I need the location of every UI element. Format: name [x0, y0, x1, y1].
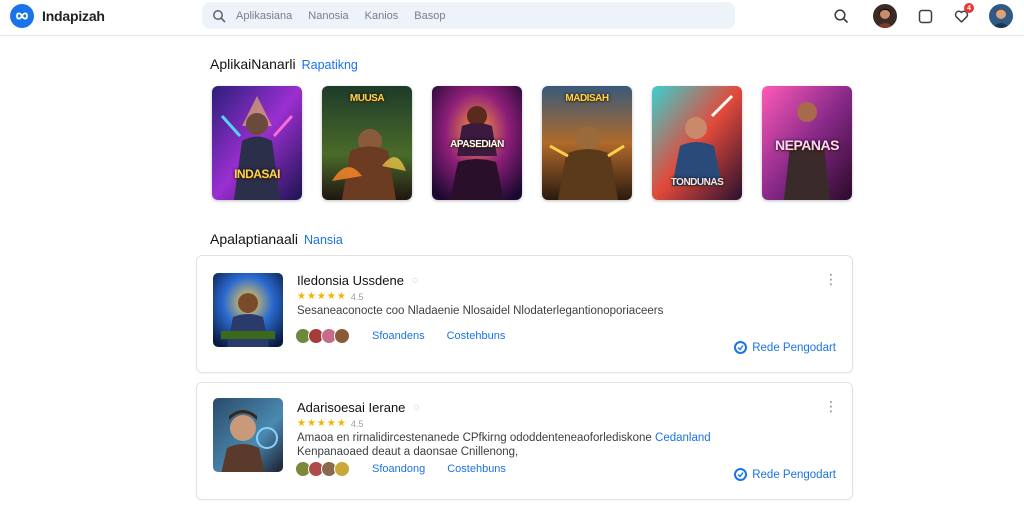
cta-button[interactable]: Rede Pengodart — [734, 341, 836, 354]
featured-section-header: AplikaiNanarli Rapatikng — [210, 56, 358, 72]
list-item-footer: Sfoandong Costehbuns — [295, 461, 506, 477]
recommended-title: Apalaptianaali — [210, 231, 298, 247]
list-item-title-row: Iledonsia Ussdene ◌ — [297, 273, 418, 288]
avatar — [334, 461, 350, 477]
featured-rail: INDASAI MUUSA APASEDIAN MADISAH TONDUNAS… — [212, 86, 852, 200]
info-icon: ◌ — [413, 402, 420, 413]
list-item-thumbnail — [213, 273, 283, 347]
avatar — [989, 4, 1013, 28]
search-tag: Nanosia — [308, 9, 349, 22]
rating: ★★★★★ 4.5 — [297, 418, 363, 429]
description-text-line2: Kenpanaoaed deaut a daonsae Cnillenong, — [297, 446, 519, 458]
list-item-footer: Sfoandens Costehbuns — [295, 328, 505, 344]
info-icon: ◌ — [411, 275, 418, 286]
game-cover-caption: TONDUNAS — [670, 177, 724, 188]
brand-name: Indapizah — [42, 8, 105, 24]
search-icon — [834, 9, 848, 23]
game-cover-caption: MADISAH — [565, 93, 609, 104]
footer-link-secondary[interactable]: Costehbuns — [447, 463, 506, 475]
top-actions: 4 — [828, 3, 1014, 29]
list-item-title: Iledonsia Ussdene — [297, 273, 404, 288]
rating: ★★★★★ 4.5 — [297, 291, 363, 302]
footer-link-primary[interactable]: Sfoandong — [372, 463, 425, 475]
cta-label: Rede Pengodart — [752, 468, 836, 481]
top-bar: Indapizah Aplikasiana Nanosia Kanios Bas… — [0, 0, 1024, 36]
game-cover-caption: MUUSA — [349, 93, 385, 104]
cta-button[interactable]: Rede Pengodart — [734, 468, 836, 481]
search-bar[interactable]: Aplikasiana Nanosia Kanios Basop — [202, 2, 735, 29]
search-tag: Basop — [414, 9, 446, 22]
rating-count: 4.5 — [350, 291, 364, 302]
featured-game-card[interactable]: TONDUNAS — [652, 86, 742, 200]
avatar — [873, 4, 897, 28]
footer-link-secondary[interactable]: Costehbuns — [447, 330, 506, 342]
featured-game-card[interactable]: MUUSA — [322, 86, 412, 200]
list-item-thumbnail — [213, 398, 283, 472]
game-cover-image — [212, 86, 302, 200]
check-circle-icon — [734, 341, 748, 354]
check-circle-icon — [734, 468, 748, 481]
search-placeholder: Aplikasiana Nanosia Kanios Basop — [236, 10, 445, 22]
more-options-icon[interactable]: ⋮ — [824, 272, 838, 286]
featured-see-all-link[interactable]: Rapatikng — [302, 58, 358, 72]
recommended-see-all-link[interactable]: Nansia — [304, 233, 343, 247]
list-item-description: Amaoa en rirnalidircestenanede CPfkirng … — [297, 431, 767, 459]
list-item[interactable]: Iledonsia Ussdene ◌ ★★★★★ 4.5 Sesaneacon… — [196, 255, 853, 373]
apps-button[interactable] — [912, 3, 938, 29]
featured-game-card[interactable]: NEPANAS — [762, 86, 852, 200]
search-icon — [213, 9, 226, 22]
rating-count: 4.5 — [350, 418, 364, 429]
recommended-section-header: Apalaptianaali Nansia — [210, 231, 343, 247]
more-options-icon[interactable]: ⋮ — [824, 399, 838, 413]
cta-label: Rede Pengodart — [752, 341, 836, 354]
notification-badge: 4 — [964, 3, 974, 13]
game-cover-caption: NEPANAS — [775, 137, 839, 153]
game-cover-caption: APASEDIAN — [450, 139, 504, 150]
featured-game-card[interactable]: APASEDIAN — [432, 86, 522, 200]
avatar — [334, 328, 350, 344]
description-text: Sesaneaconocte coo Nladaenie Nlosaidel N… — [297, 305, 664, 317]
list-item-title-row: Adarisoesai Ierane ◌ — [297, 400, 419, 415]
square-icon — [918, 9, 932, 23]
user-avatar-button[interactable] — [872, 3, 898, 29]
featured-game-card[interactable]: INDASAI — [212, 86, 302, 200]
list-item-title: Adarisoesai Ierane — [297, 400, 406, 415]
brand-logo-icon — [10, 4, 34, 28]
featured-game-card[interactable]: MADISAH — [542, 86, 632, 200]
rating-stars: ★★★★★ — [297, 291, 347, 302]
description-text: Amaoa en rirnalidircestenanede CPfkirng … — [297, 432, 652, 444]
featured-title: AplikaiNanarli — [210, 56, 296, 72]
list-item[interactable]: Adarisoesai Ierane ◌ ★★★★★ 4.5 Amaoa en … — [196, 382, 853, 500]
notifications-button[interactable]: 4 — [948, 3, 974, 29]
footer-link-primary[interactable]: Sfoandens — [372, 330, 425, 342]
description-highlight-link[interactable]: Cedanland — [655, 432, 711, 444]
search-tag: Kanios — [364, 9, 399, 22]
list-item-description: Sesaneaconocte coo Nladaenie Nlosaidel N… — [297, 304, 767, 318]
brand[interactable]: Indapizah — [10, 4, 105, 28]
search-tag: Aplikasiana — [236, 9, 293, 22]
game-cover-caption: INDASAI — [234, 167, 280, 181]
friend-avatars — [295, 328, 350, 344]
friend-avatars — [295, 461, 350, 477]
rating-stars: ★★★★★ — [297, 418, 347, 429]
profile-avatar-button[interactable] — [988, 3, 1014, 29]
header-search-button[interactable] — [828, 3, 854, 29]
